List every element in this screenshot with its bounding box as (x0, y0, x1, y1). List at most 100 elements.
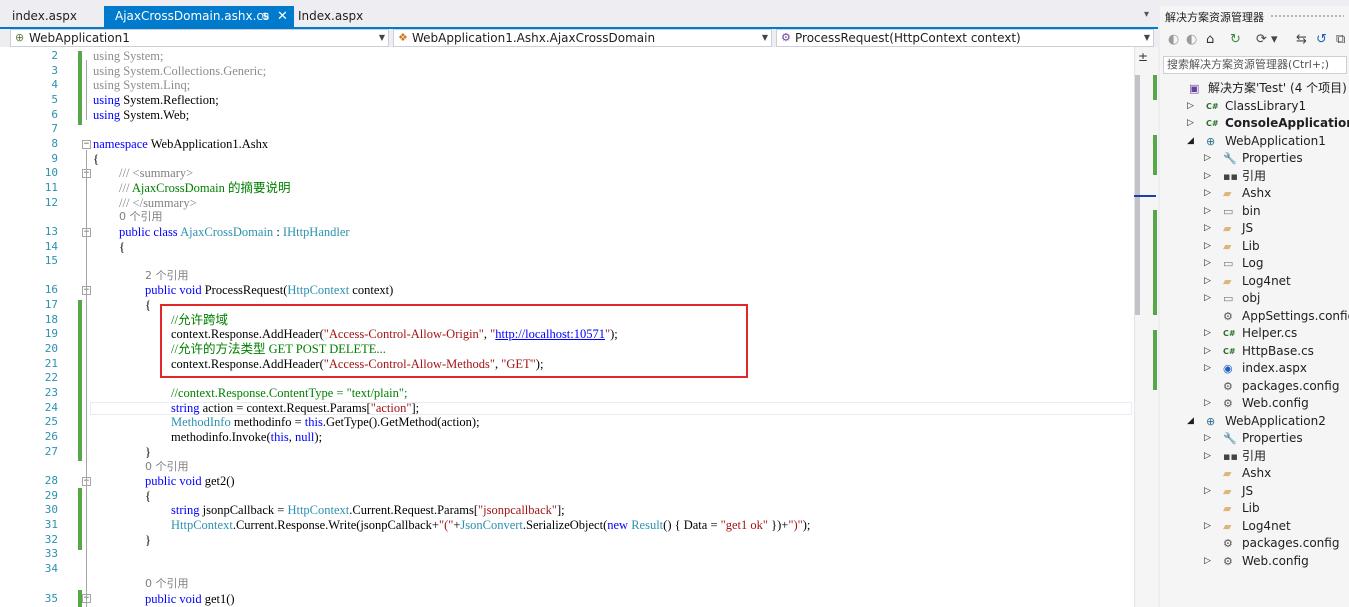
code-text: ); (802, 518, 811, 532)
expand-arrow-icon[interactable]: ▷ (1187, 98, 1194, 115)
code-line: } (145, 533, 151, 548)
code-line: MethodInfo methodinfo = this.GetType().G… (171, 415, 480, 430)
tree-item-icon: ▰ (1223, 187, 1232, 200)
expand-arrow-icon[interactable]: ▷ (1204, 290, 1211, 307)
codelens-references[interactable]: 0 个引用 (119, 210, 163, 225)
caret-position-marker (1134, 195, 1156, 197)
forward-icon[interactable]: ◐ (1186, 32, 1197, 47)
line-number: 16 (44, 283, 58, 296)
expand-arrow-icon[interactable]: ▷ (1204, 220, 1211, 237)
line-number: 14 (44, 240, 58, 253)
expand-arrow-icon[interactable]: ▷ (1204, 360, 1211, 377)
tree-item-icon: ⚙ (1223, 397, 1233, 410)
fold-toggle[interactable]: − (82, 140, 91, 149)
solution-search-input[interactable]: 搜索解决方案资源管理器(Ctrl+;) (1163, 56, 1347, 74)
expand-arrow-icon[interactable]: ▷ (1204, 553, 1211, 570)
pin-icon[interactable]: ⊕ (261, 6, 269, 27)
expand-arrow-icon[interactable]: ▷ (1204, 255, 1211, 272)
collapse-all-icon[interactable]: ⇆ (1296, 32, 1307, 47)
code-text: System.Reflection; (123, 93, 219, 107)
tab-overflow-icon[interactable]: ▾ (1144, 9, 1149, 20)
doc-comment: /// (119, 166, 133, 180)
chevron-down-icon: ▼ (1143, 33, 1150, 42)
code-line: using System.Linq; (93, 78, 190, 93)
copy-icon[interactable]: ⧉ (1336, 32, 1345, 47)
home-icon[interactable]: ⌂ (1206, 32, 1214, 47)
tree-item-label: packages.config (1242, 536, 1340, 550)
code-line: using System.Reflection; (93, 93, 219, 108)
expand-arrow-icon[interactable]: ▷ (1204, 150, 1211, 167)
codelens-references[interactable]: 0 个引用 (145, 577, 189, 592)
expanded-arrow-icon[interactable]: ◢ (1187, 413, 1194, 430)
expand-arrow-icon[interactable]: ▷ (1204, 395, 1211, 412)
tree-item-icon: ▰ (1223, 502, 1232, 515)
tree-item-label: JS (1242, 484, 1254, 498)
panel-grip[interactable] (1270, 14, 1344, 18)
keyword: namespace (93, 137, 148, 151)
keyword: void (179, 592, 202, 606)
expand-arrow-icon[interactable]: ▷ (1204, 238, 1211, 255)
tab-ajaxcrossdomain[interactable]: AjaxCrossDomain.ashx.cs ⊕ ✕ (104, 6, 294, 27)
keyword: using (93, 93, 121, 107)
tab-index-aspx[interactable]: index.aspx (0, 6, 100, 27)
expand-arrow-icon[interactable]: ▷ (1204, 430, 1211, 447)
member-dropdown[interactable]: ⚙ ProcessRequest(HttpContext context) ▼ (776, 29, 1154, 47)
class-icon: ❖ (398, 31, 408, 44)
tree-item-icon: ▭ (1223, 205, 1234, 218)
doc-comment: /// (119, 181, 132, 195)
expand-arrow-icon[interactable]: ▷ (1204, 518, 1211, 535)
expanded-arrow-icon[interactable]: ◢ (1187, 133, 1194, 150)
code-text: .SerializeObject( (522, 518, 608, 532)
tree-item-icon: ▰ (1223, 222, 1232, 235)
expand-arrow-icon[interactable]: ▷ (1204, 325, 1211, 342)
codelens-references[interactable]: 2 个引用 (145, 269, 189, 284)
line-number: 11 (44, 181, 58, 194)
codelens-references[interactable]: 0 个引用 (145, 460, 189, 475)
code-text: { (145, 298, 151, 312)
back-icon[interactable]: ◐ (1168, 32, 1179, 47)
type-name: MethodInfo (171, 415, 231, 429)
string-literal: "jsonpcallback" (478, 503, 557, 517)
split-window-icon[interactable]: ± (1138, 50, 1148, 64)
line-number: 33 (44, 547, 58, 560)
keyword: public (145, 592, 177, 606)
tree-item-label: Ashx (1242, 186, 1272, 200)
tree-item-icon: ▰ (1223, 520, 1232, 533)
code-text: } (145, 445, 151, 459)
refresh-icon[interactable]: ↺ (1316, 32, 1327, 47)
code-line: public void ProcessRequest(HttpContext c… (145, 283, 393, 298)
code-line: { (145, 298, 151, 313)
tree-item-label: Web.config (1242, 554, 1309, 568)
expand-arrow-icon[interactable]: ▷ (1204, 273, 1211, 290)
expand-arrow-icon[interactable]: ▷ (1204, 168, 1211, 185)
code-text: System.Linq; (123, 78, 191, 92)
expand-arrow-icon[interactable]: ▷ (1204, 448, 1211, 465)
keyword: using (93, 49, 121, 63)
code-line: public void get1() (145, 592, 235, 607)
project-dropdown[interactable]: ⊕ WebApplication1 ▼ (10, 29, 389, 47)
expand-arrow-icon[interactable]: ▷ (1204, 203, 1211, 220)
type-dropdown[interactable]: ❖ WebApplication1.Ashx.AjaxCrossDomain ▼ (393, 29, 772, 47)
tree-item-icon: ◉ (1223, 362, 1233, 375)
tab-index-aspx-2[interactable]: Index.aspx (286, 6, 386, 27)
code-line: { (93, 152, 99, 167)
tree-item-icon: ▭ (1223, 292, 1234, 305)
keyword: string (171, 401, 200, 415)
tree-item-label: ClassLibrary1 (1225, 99, 1307, 113)
tree-item-label: Ashx (1242, 466, 1272, 480)
expand-arrow-icon[interactable]: ▷ (1187, 115, 1194, 132)
tree-item-label: Log4net (1242, 274, 1291, 288)
expand-arrow-icon[interactable]: ▷ (1204, 343, 1211, 360)
tree-item-label: Properties (1242, 431, 1303, 445)
code-text: } (145, 533, 151, 547)
expand-arrow-icon[interactable]: ▷ (1204, 483, 1211, 500)
tree-item-icon: ⊕ (1206, 135, 1216, 148)
doc-comment: AjaxCrossDomain 的摘要说明 (131, 181, 291, 195)
expand-arrow-icon[interactable]: ▷ (1204, 185, 1211, 202)
change-marker (1153, 75, 1157, 100)
line-number: 18 (44, 313, 58, 326)
code-line: } (145, 445, 151, 460)
sync-icon[interactable]: ↻ (1230, 32, 1241, 47)
pending-changes-icon[interactable]: ⟳ ▾ (1256, 32, 1278, 47)
tree-item-icon: ▰ (1223, 275, 1232, 288)
